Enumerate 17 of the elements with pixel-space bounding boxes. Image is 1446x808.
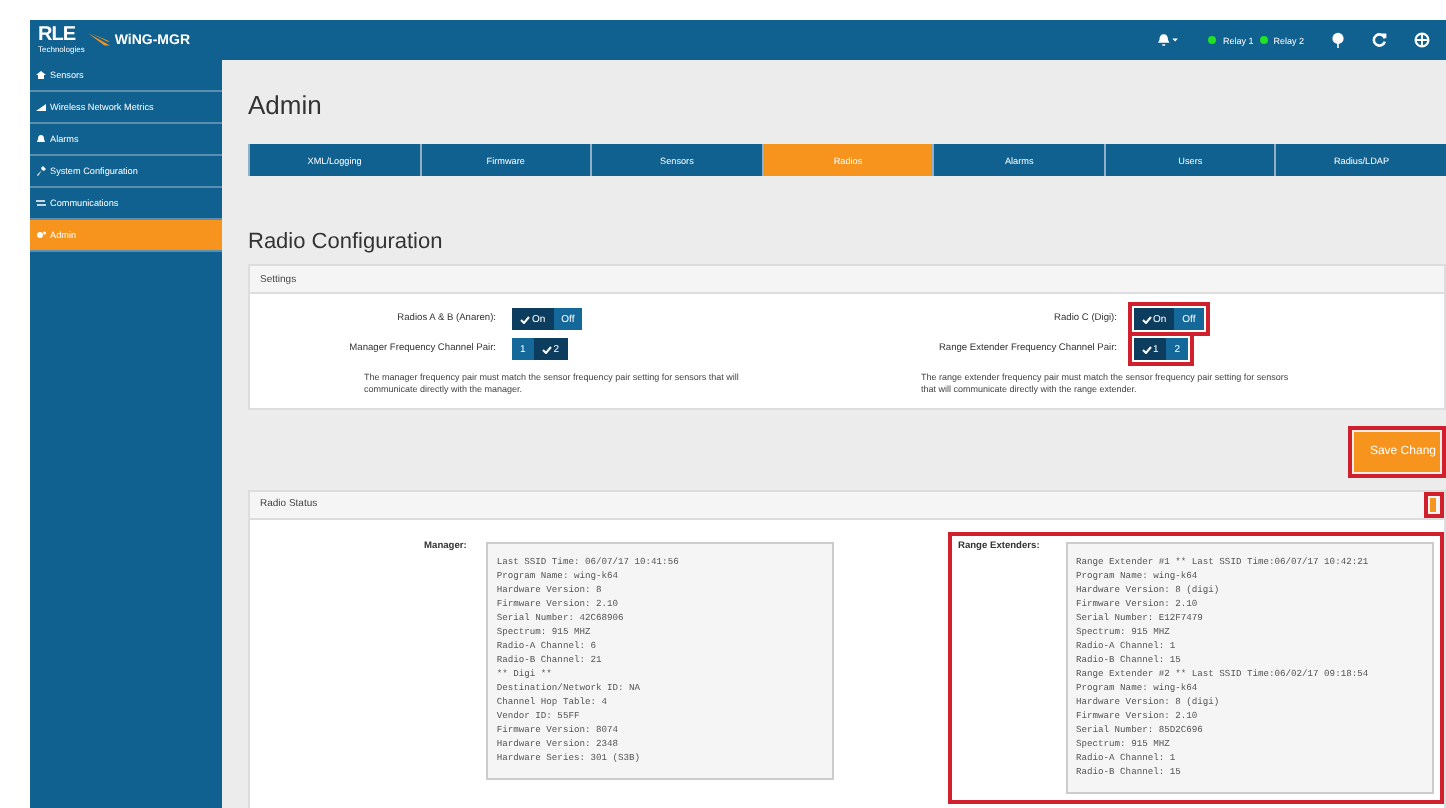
refresh-icon[interactable]: [1372, 32, 1388, 48]
house-icon: [36, 70, 46, 80]
signal-icon: [36, 102, 46, 112]
wrench-icon: [36, 166, 46, 176]
bell-icon[interactable]: [1158, 32, 1179, 48]
check-icon: [520, 315, 530, 323]
arrows-icon: [36, 198, 46, 208]
logo-text: RLE: [38, 26, 75, 46]
check-icon: [1141, 315, 1151, 323]
page-title: Admin: [248, 90, 324, 122]
bell-icon: [36, 134, 46, 144]
check-icon: [1141, 345, 1151, 353]
pin-icon[interactable]: [1330, 32, 1346, 48]
globe-icon[interactable]: [1414, 32, 1430, 48]
section-title: Radio Configuration: [248, 228, 445, 256]
wing-icon: [88, 32, 111, 48]
check-icon: [541, 345, 552, 353]
